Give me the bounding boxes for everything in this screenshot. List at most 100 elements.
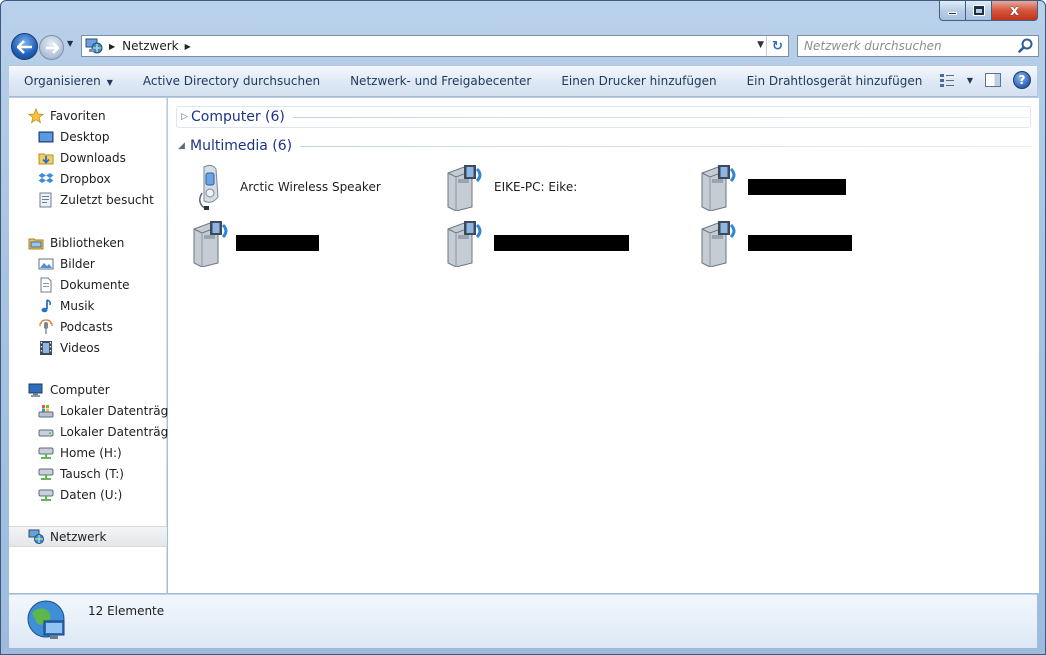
device-label: EIKE-PC: Eike: bbox=[494, 180, 578, 194]
sidebar-item-label: Desktop bbox=[60, 129, 110, 144]
network-icon bbox=[85, 38, 103, 54]
redacted-label bbox=[748, 179, 846, 195]
add-printer-button[interactable]: Einen Drucker hinzufügen bbox=[546, 74, 731, 88]
minimize-icon bbox=[948, 12, 957, 15]
sidebar-item-network[interactable]: Netzwerk bbox=[9, 526, 167, 547]
device-tile[interactable] bbox=[696, 218, 946, 268]
breadcrumb-separator-end[interactable]: ▶ bbox=[185, 42, 191, 51]
sidebar-item-recent-places[interactable]: Zuletzt besucht bbox=[9, 189, 167, 210]
add-wireless-device-label: Ein Drahtlosgerät hinzufügen bbox=[746, 74, 923, 88]
recent-pages-dropdown[interactable]: ▼ bbox=[67, 39, 73, 48]
sidebar-item-dropbox[interactable]: Dropbox bbox=[9, 168, 167, 189]
search-active-directory-button[interactable]: Active Directory durchsuchen bbox=[128, 74, 335, 88]
caption-buttons: x bbox=[939, 1, 1038, 21]
help-button[interactable]: ? bbox=[1013, 71, 1031, 89]
change-view-icon[interactable] bbox=[939, 73, 955, 87]
sidebar-item-libraries[interactable]: Bibliotheken bbox=[9, 232, 167, 253]
podcast-icon bbox=[38, 318, 54, 335]
group-header-multimedia[interactable]: ◢ Multimedia (6) bbox=[176, 135, 1031, 157]
group-divider bbox=[292, 116, 1030, 118]
forward-button[interactable] bbox=[39, 35, 64, 60]
network-sharing-center-button[interactable]: Netzwerk- und Freigabecenter bbox=[335, 74, 546, 88]
close-icon: x bbox=[1009, 2, 1020, 19]
sidebar-item-label: Dokumente bbox=[60, 277, 130, 292]
group-title: Multimedia (6) bbox=[190, 138, 293, 154]
view-options-dropdown-icon[interactable]: ▼ bbox=[967, 76, 973, 85]
computer-icon bbox=[28, 382, 44, 398]
minimize-button[interactable] bbox=[939, 1, 966, 21]
music-icon bbox=[38, 298, 54, 314]
sidebar-item-documents[interactable]: Dokumente bbox=[9, 274, 167, 295]
preview-pane-icon[interactable] bbox=[985, 73, 1001, 87]
redacted-label bbox=[748, 235, 852, 251]
sidebar-item-label: Lokaler Datenträger bbox=[60, 424, 181, 439]
sidebar-item-label: Home (H:) bbox=[60, 445, 122, 460]
maximize-button[interactable] bbox=[966, 1, 992, 21]
device-tile[interactable] bbox=[696, 162, 946, 212]
organize-button[interactable]: Organisieren ▼ bbox=[9, 74, 128, 88]
breadcrumb-separator[interactable]: ▶ bbox=[109, 42, 115, 51]
sidebar-item-label: Downloads bbox=[60, 150, 126, 165]
sidebar-item-music[interactable]: Musik bbox=[9, 295, 167, 316]
system-drive-icon bbox=[38, 403, 54, 419]
navigation-pane: Favoriten Desktop Downloads Dropbox Zule… bbox=[9, 98, 181, 593]
device-tile[interactable] bbox=[442, 218, 692, 268]
network-drive-icon bbox=[38, 466, 54, 482]
favorites-group: Favoriten Desktop Downloads Dropbox Zule… bbox=[9, 105, 167, 210]
device-tile[interactable] bbox=[188, 218, 438, 268]
network-globe-icon bbox=[26, 599, 70, 643]
add-wireless-device-button[interactable]: Ein Drahtlosgerät hinzufügen bbox=[732, 74, 938, 88]
sidebar-item-favorites[interactable]: Favoriten bbox=[9, 105, 167, 126]
redacted-label bbox=[494, 235, 629, 251]
sidebar-item-label: Daten (U:) bbox=[60, 487, 123, 502]
network-sharing-center-label: Netzwerk- und Freigabecenter bbox=[350, 74, 532, 88]
media-player-icon bbox=[188, 163, 234, 211]
sidebar-item-label: Computer bbox=[50, 382, 110, 397]
device-tile[interactable]: EIKE-PC: Eike: bbox=[442, 162, 692, 212]
address-history-dropdown[interactable]: ▼ bbox=[757, 40, 764, 50]
close-button[interactable]: x bbox=[992, 1, 1038, 21]
sidebar-item-podcasts[interactable]: Podcasts bbox=[9, 316, 167, 337]
sidebar-item-downloads[interactable]: Downloads bbox=[9, 147, 167, 168]
search-box[interactable]: Netzwerk durchsuchen bbox=[797, 35, 1039, 57]
maximize-icon bbox=[972, 5, 985, 16]
media-server-icon bbox=[696, 163, 742, 212]
sidebar-item-label: Videos bbox=[60, 340, 100, 355]
sidebar-item-local-disk[interactable]: Lokaler Datenträger bbox=[9, 421, 181, 442]
sidebar-item-label: Podcasts bbox=[60, 319, 113, 334]
device-tile[interactable]: Arctic Wireless Speaker bbox=[188, 162, 438, 212]
sidebar-item-computer[interactable]: Computer bbox=[9, 379, 167, 400]
libraries-group: Bibliotheken Bilder Dokumente Musik Podc… bbox=[9, 232, 167, 358]
sidebar-item-pictures[interactable]: Bilder bbox=[9, 253, 167, 274]
arrow-right-icon bbox=[45, 41, 59, 54]
group-title: Computer (6) bbox=[191, 109, 285, 125]
sidebar-item-daten-drive[interactable]: Daten (U:) bbox=[9, 484, 167, 505]
sidebar-item-desktop[interactable]: Desktop bbox=[9, 126, 167, 147]
sidebar-item-label: Bibliotheken bbox=[50, 235, 125, 250]
refresh-icon: ↻ bbox=[772, 38, 783, 54]
explorer-window: x ▼ ▶ Netzwerk ▶ ▼ ↻ Netzwerk durchsuche… bbox=[0, 0, 1046, 655]
device-label: Arctic Wireless Speaker bbox=[240, 180, 381, 194]
computer-group: Computer Lokaler Datenträger Lokaler Dat… bbox=[9, 379, 181, 505]
sidebar-item-videos[interactable]: Videos bbox=[9, 337, 167, 358]
content-pane: ▷ Computer (6) ◢ Multimedia (6) Arctic W… bbox=[168, 98, 1039, 593]
network-group: Netzwerk bbox=[9, 526, 167, 547]
sidebar-item-tausch-drive[interactable]: Tausch (T:) bbox=[9, 463, 167, 484]
refresh-button[interactable]: ↻ bbox=[766, 36, 788, 56]
network-drive-icon bbox=[38, 445, 54, 461]
search-icon[interactable] bbox=[1017, 37, 1035, 55]
collapse-arrow-icon[interactable]: ◢ bbox=[176, 141, 190, 151]
address-bar[interactable]: ▶ Netzwerk ▶ ▼ ↻ bbox=[81, 35, 789, 57]
documents-icon bbox=[38, 277, 54, 293]
network-drive-icon bbox=[38, 487, 54, 503]
sidebar-item-label: Musik bbox=[60, 298, 95, 313]
back-button[interactable] bbox=[11, 33, 38, 60]
search-input[interactable]: Netzwerk durchsuchen bbox=[798, 39, 1017, 53]
command-bar: Organisieren ▼ Active Directory durchsuch… bbox=[9, 65, 1037, 97]
sidebar-item-local-disk-c[interactable]: Lokaler Datenträger bbox=[9, 400, 181, 421]
group-header-computer[interactable]: ▷ Computer (6) bbox=[176, 106, 1031, 128]
sidebar-item-home-drive[interactable]: Home (H:) bbox=[9, 442, 167, 463]
expand-arrow-icon[interactable]: ▷ bbox=[177, 112, 191, 122]
breadcrumb-netzwerk[interactable]: Netzwerk bbox=[122, 39, 178, 53]
details-pane: 12 Elemente bbox=[9, 594, 1037, 648]
